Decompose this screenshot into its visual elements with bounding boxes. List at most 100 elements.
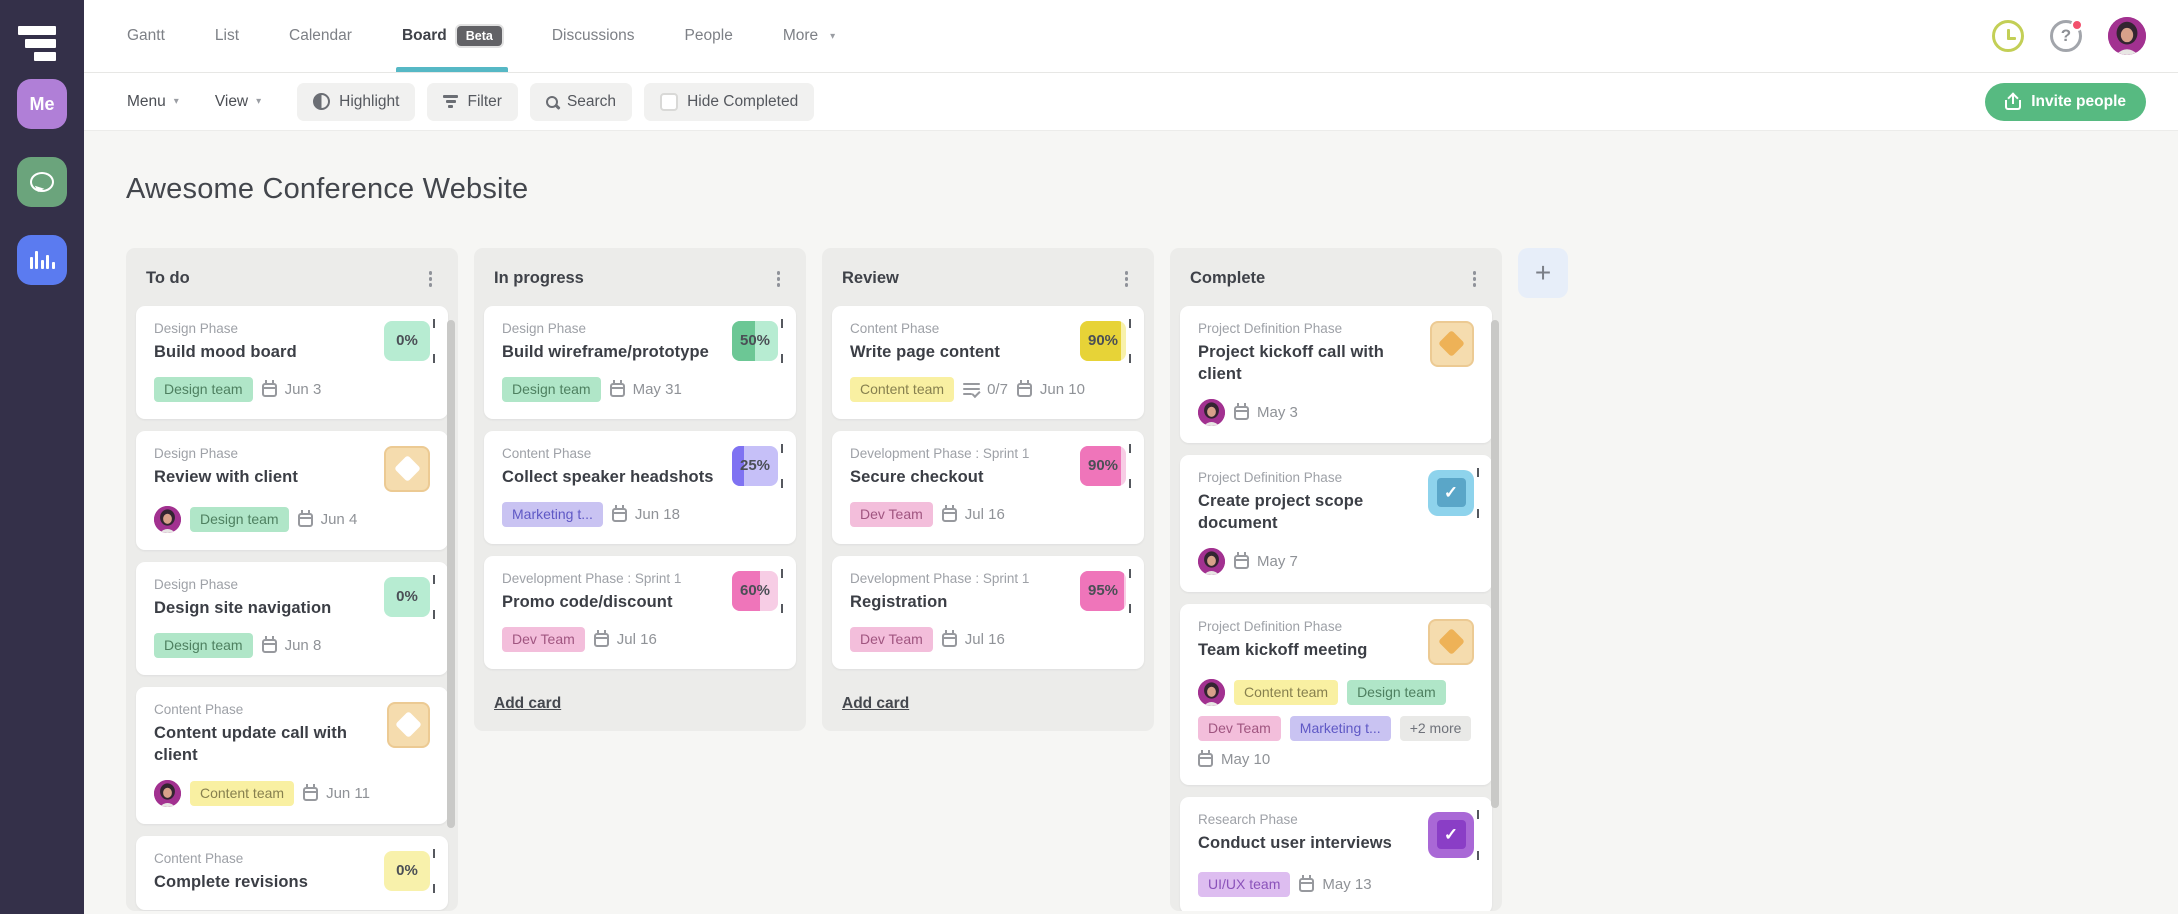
assignee-avatar[interactable] — [154, 780, 181, 807]
card-title: Collect speaker headshots — [502, 466, 714, 488]
progress-badge[interactable]: 95% — [1080, 571, 1126, 611]
team-tag[interactable]: Design team — [1347, 680, 1446, 705]
reports-button[interactable] — [17, 235, 67, 285]
column-scrollbar[interactable] — [447, 320, 455, 828]
filter-button[interactable]: Filter — [427, 83, 517, 121]
task-card[interactable]: Design Phase Design site navigation 0% D… — [136, 562, 448, 675]
team-tag[interactable]: Design team — [190, 507, 289, 532]
card-phase: Design Phase — [154, 321, 297, 336]
task-card[interactable]: Development Phase : Sprint 1 Registratio… — [832, 556, 1144, 669]
due-date: Jul 16 — [942, 631, 1005, 648]
upload-icon — [2005, 94, 2021, 110]
column-scrollbar[interactable] — [1491, 320, 1499, 808]
team-tag[interactable]: Marketing t... — [502, 502, 603, 527]
due-date: May 31 — [610, 381, 682, 398]
check-badge-icon[interactable]: ✓ — [1428, 470, 1474, 516]
task-card[interactable]: Development Phase : Sprint 1 Promo code/… — [484, 556, 796, 669]
check-badge-icon[interactable]: ✓ — [1428, 812, 1474, 858]
task-card[interactable]: Development Phase : Sprint 1 Secure chec… — [832, 431, 1144, 544]
tab-calendar[interactable]: Calendar — [289, 0, 352, 72]
search-button[interactable]: Search — [530, 83, 632, 121]
tab-discussions[interactable]: Discussions — [552, 0, 635, 72]
view-dropdown[interactable]: View ▾ — [215, 93, 261, 111]
card-phase: Development Phase : Sprint 1 — [850, 571, 1029, 586]
calendar-icon — [262, 383, 277, 397]
assignee-avatar[interactable] — [1198, 548, 1225, 575]
progress-badge[interactable]: 90% — [1080, 446, 1126, 486]
team-tag[interactable]: Design team — [154, 377, 253, 402]
due-date: Jun 10 — [1017, 381, 1085, 398]
task-card[interactable]: Content Phase Collect speaker headshots … — [484, 431, 796, 544]
progress-badge[interactable]: 0% — [384, 577, 430, 617]
checkbox-icon — [660, 93, 678, 111]
tab-list[interactable]: List — [215, 0, 239, 72]
column-menu-button[interactable] — [423, 267, 439, 291]
team-tag[interactable]: Design team — [154, 633, 253, 658]
progress-badge[interactable]: 25% — [732, 446, 778, 486]
due-date: Jul 16 — [594, 631, 657, 648]
chevron-down-icon: ▾ — [174, 96, 179, 107]
top-navigation: Gantt List Calendar Board Beta Discussio… — [84, 0, 2178, 73]
tab-people[interactable]: People — [685, 0, 733, 72]
due-date: Jun 3 — [262, 381, 322, 398]
progress-badge[interactable]: 90% — [1080, 321, 1126, 361]
due-date: May 13 — [1299, 876, 1371, 893]
page-title: Awesome Conference Website — [126, 173, 2178, 206]
task-card[interactable]: Project Definition Phase Create project … — [1180, 455, 1492, 592]
milestone-done-icon[interactable] — [1428, 619, 1474, 665]
more-tags-badge[interactable]: +2 more — [1400, 716, 1472, 741]
column-menu-button[interactable] — [771, 267, 787, 291]
team-tag[interactable]: UI/UX team — [1198, 872, 1290, 897]
add-column-button[interactable]: + — [1518, 248, 1568, 298]
column-menu-button[interactable] — [1119, 267, 1135, 291]
user-avatar[interactable] — [2108, 17, 2146, 55]
progress-badge[interactable]: 0% — [384, 851, 430, 891]
task-card[interactable]: Content Phase Write page content 90% Con… — [832, 306, 1144, 419]
team-tag[interactable]: Dev Team — [1198, 716, 1281, 741]
task-card[interactable]: Project Definition Phase Project kickoff… — [1180, 306, 1492, 443]
assignee-avatar[interactable] — [1198, 399, 1225, 426]
assignee-avatar[interactable] — [1198, 679, 1225, 706]
team-tag[interactable]: Content team — [850, 377, 954, 402]
menu-dropdown[interactable]: Menu ▾ — [127, 93, 179, 111]
team-tag[interactable]: Content team — [1234, 680, 1338, 705]
task-card[interactable]: Content Phase Content update call with c… — [136, 687, 448, 824]
task-card[interactable]: Design Phase Review with client Design t… — [136, 431, 448, 550]
team-tag[interactable]: Dev Team — [850, 627, 933, 652]
tab-gantt[interactable]: Gantt — [127, 0, 165, 72]
gantt-logo[interactable] — [14, 13, 70, 65]
milestone-icon[interactable] — [384, 446, 430, 492]
add-card-link[interactable]: Add card — [842, 695, 909, 713]
hide-completed-toggle[interactable]: Hide Completed — [644, 83, 814, 121]
team-tag[interactable]: Dev Team — [502, 627, 585, 652]
tab-more[interactable]: More ▾ — [783, 0, 835, 72]
milestone-icon[interactable] — [387, 702, 430, 748]
help-button[interactable]: ? — [2050, 20, 2082, 52]
calendar-icon — [594, 633, 609, 647]
task-card[interactable]: Design Phase Build mood board 0% Design … — [136, 306, 448, 419]
messages-button[interactable] — [17, 157, 67, 207]
column-menu-button[interactable] — [1467, 267, 1483, 291]
card-phase: Project Definition Phase — [1198, 470, 1420, 485]
task-card[interactable]: Content Phase Complete revisions 0% — [136, 836, 448, 910]
nav-right-actions: ? — [1992, 17, 2178, 55]
assignee-avatar[interactable] — [154, 506, 181, 533]
calendar-icon — [610, 383, 625, 397]
task-card[interactable]: Research Phase Conduct user interviews ✓… — [1180, 797, 1492, 912]
progress-badge[interactable]: 60% — [732, 571, 778, 611]
milestone-done-icon[interactable] — [1430, 321, 1474, 367]
team-tag[interactable]: Marketing t... — [1290, 716, 1391, 741]
invite-people-button[interactable]: Invite people — [1985, 83, 2146, 121]
clock-icon[interactable] — [1992, 20, 2024, 52]
progress-badge[interactable]: 0% — [384, 321, 430, 361]
add-card-link[interactable]: Add card — [494, 695, 561, 713]
me-button[interactable]: Me — [17, 79, 67, 129]
highlight-button[interactable]: Highlight — [297, 83, 415, 121]
team-tag[interactable]: Design team — [502, 377, 601, 402]
task-card[interactable]: Project Definition Phase Team kickoff me… — [1180, 604, 1492, 785]
tab-board[interactable]: Board Beta — [402, 0, 502, 72]
team-tag[interactable]: Dev Team — [850, 502, 933, 527]
task-card[interactable]: Design Phase Build wireframe/prototype 5… — [484, 306, 796, 419]
team-tag[interactable]: Content team — [190, 781, 294, 806]
progress-badge[interactable]: 50% — [732, 321, 778, 361]
